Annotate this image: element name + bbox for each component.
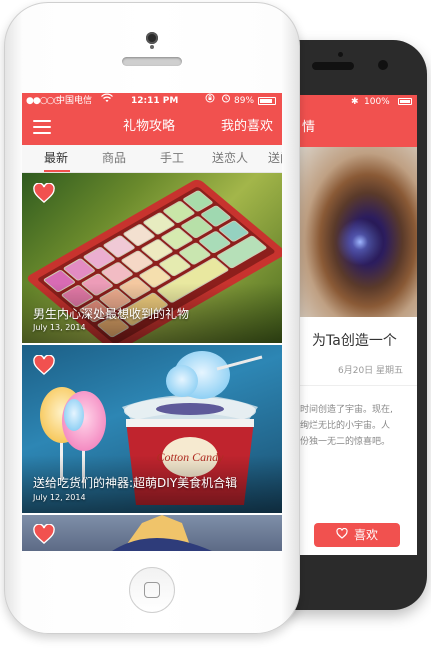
wifi-icon [101,93,113,109]
divider [300,385,417,386]
article-body-line: 绚烂无比的小宇宙。人 [300,421,391,431]
like-button[interactable]: 喜欢 [314,523,400,547]
battery-percent: 89% [234,96,255,106]
back-status-bar: ✱ 100% [300,95,417,109]
galaxy-bowl-photo [300,147,417,317]
tab-handmade[interactable]: 手工 [160,145,184,172]
favorite-heart-icon[interactable] [33,523,55,544]
back-phone-camera [378,60,388,70]
back-battery-icon [398,98,412,105]
card-date: July 12, 2014 [33,493,86,502]
home-button[interactable] [129,567,175,613]
front-phone-screen: ●●○○○ 中国电信 12:11 PM 89% 礼物攻略 我的喜欢 最新 商品 … [22,93,282,551]
feed-card[interactable]: 男生内心深处最想收到的礼物 July 13, 2014 [22,173,282,343]
back-phone-speaker [312,62,354,70]
like-button-label: 喜欢 [353,528,378,542]
article-date: 6月20日 星期五 [338,366,404,376]
article-title: 为Ta创造一个 [312,333,397,349]
card-date: July 13, 2014 [33,323,86,332]
front-camera [146,32,158,44]
fade-overlay [300,505,417,525]
nav-my-likes[interactable]: 我的喜欢 [221,109,273,145]
article-body-line: 份独一无二的惊喜吧。 [300,437,391,447]
feed-card[interactable] [22,515,282,551]
toy-figure-photo [112,515,212,551]
back-header-title: 情 [302,120,316,135]
category-tabs: 最新 商品 手工 送恋人 送闺 [22,145,282,173]
home-square-icon [144,582,160,598]
back-header: 情 [300,109,417,147]
battery-icon [258,97,276,105]
rotation-lock-icon [205,93,215,109]
status-bar: ●●○○○ 中国电信 12:11 PM 89% [22,93,282,109]
article-body: 时间创造了宇宙。现在, 绚烂无比的小宇宙。人 份独一无二的惊喜吧。 [300,402,413,450]
back-battery-percent: 100% [364,97,390,107]
heart-outline-icon [336,523,348,547]
favorite-heart-icon[interactable] [33,182,55,203]
card-title: 送给吃货们的神器:超萌DIY美食机合辑 [33,476,238,490]
card-title: 男生内心深处最想收到的礼物 [33,307,190,321]
tab-products[interactable]: 商品 [102,145,126,172]
back-phone-sensor [338,52,343,57]
active-tab-indicator [44,170,70,172]
bluetooth-icon: ✱ [351,97,359,107]
back-phone-screen: ✱ 100% 情 为Ta创造一个 6月20日 星期五 时间创造了宇宙。现在, 绚… [300,95,417,555]
earpiece-speaker [122,57,182,66]
alarm-icon [221,93,231,109]
status-time: 12:11 PM [131,96,179,106]
feed-card[interactable]: Cotton Candy 送给吃货们的神器:超萌DIY美食机合辑 July 12… [22,345,282,513]
tab-for-bestie[interactable]: 送闺 [268,145,282,172]
front-sensor [150,45,154,49]
hamburger-menu-icon[interactable] [33,120,51,134]
carrier-name: 中国电信 [56,96,93,106]
galaxy-glow [330,217,390,267]
tab-latest[interactable]: 最新 [44,145,68,172]
tab-for-lover[interactable]: 送恋人 [212,145,248,172]
app-header: 礼物攻略 我的喜欢 [22,109,282,145]
favorite-heart-icon[interactable] [33,354,55,375]
article-body-line: 时间创造了宇宙。现在, [300,405,393,415]
nav-gift-guide[interactable]: 礼物攻略 [123,109,175,145]
